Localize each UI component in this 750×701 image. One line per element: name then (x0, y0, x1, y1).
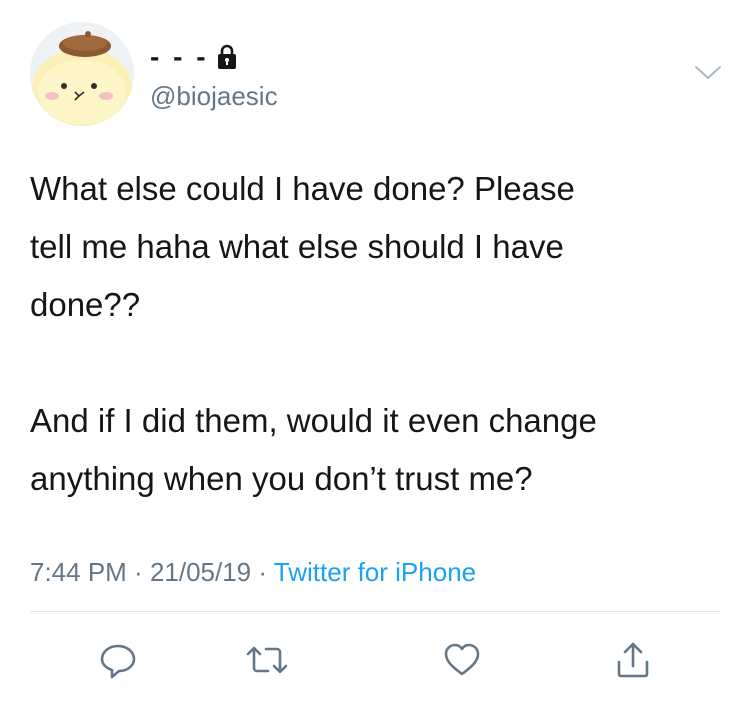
avatar[interactable] (30, 22, 134, 126)
share-button[interactable] (607, 634, 659, 686)
reply-button[interactable] (92, 634, 144, 686)
user-handle[interactable]: @biojaesic (150, 80, 278, 112)
share-icon (617, 642, 649, 678)
display-name[interactable]: - - - (150, 40, 209, 74)
pompompurin-avatar-image (30, 22, 134, 126)
like-button[interactable] (436, 634, 488, 686)
divider (30, 611, 720, 612)
tweet-time: 7:44 PM (30, 557, 127, 587)
retweet-icon (246, 646, 288, 674)
lock-icon (217, 44, 237, 70)
tweet-metadata: 7:44 PM · 21/05/19 · Twitter for iPhone (30, 552, 476, 592)
tweet-card: - - - @biojaesic What else could I have … (0, 0, 750, 701)
action-bar (0, 630, 750, 690)
heart-icon (444, 643, 480, 676)
meta-separator: · (251, 557, 274, 587)
tweet-text: What else could I have done? Please tell… (30, 170, 597, 497)
chevron-down-icon[interactable] (694, 62, 722, 82)
author-name-row: - - - (150, 40, 237, 74)
tweet-source-link[interactable]: Twitter for iPhone (274, 557, 476, 587)
meta-separator: · (126, 557, 150, 587)
retweet-button[interactable] (241, 634, 293, 686)
tweet-date: 21/05/19 (149, 557, 252, 587)
reply-icon (100, 644, 136, 679)
